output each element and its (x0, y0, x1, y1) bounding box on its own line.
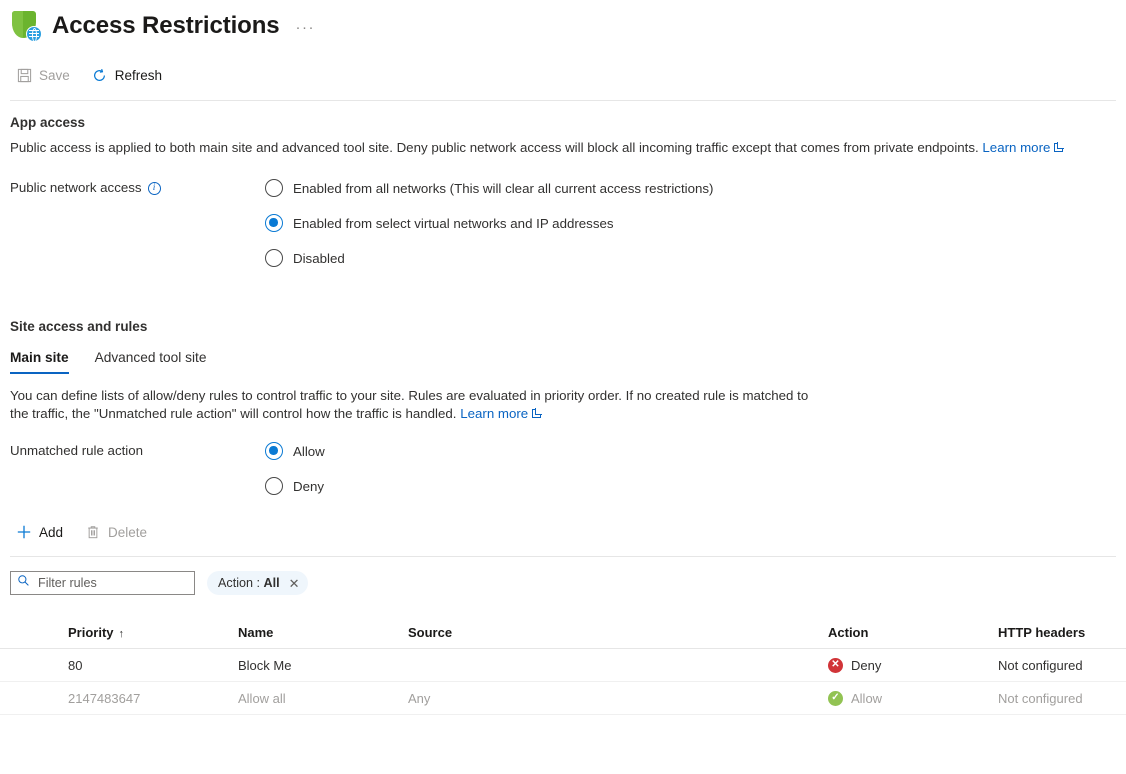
close-icon[interactable]: ✕ (289, 577, 300, 590)
cell-source: Any (408, 690, 431, 706)
info-icon[interactable]: i (147, 182, 161, 195)
cell-http-headers: Not configured (998, 690, 1083, 706)
public-network-access-radio-group: Enabled from all networks (This will cle… (265, 179, 713, 267)
trash-icon (85, 524, 101, 540)
app-access-learn-more-link[interactable]: Learn more (982, 140, 1050, 155)
app-access-learn-more-label: Learn more (982, 140, 1051, 155)
delete-rule-button[interactable]: Delete (83, 518, 157, 546)
radio-indicator (265, 249, 283, 267)
rules-toolbar-divider (10, 556, 1116, 557)
command-bar-divider (10, 100, 1116, 101)
save-button[interactable]: Save (14, 61, 80, 89)
column-header-priority[interactable]: Priority ↑ (68, 625, 238, 640)
save-icon (16, 67, 32, 83)
radio-label: Enabled from select virtual networks and… (293, 215, 614, 231)
radio-disabled[interactable]: Disabled (265, 249, 713, 267)
filter-pill-value: All (263, 576, 280, 590)
sort-ascending-icon: ↑ (118, 628, 125, 640)
save-label: Save (39, 67, 70, 83)
table-header-row: Priority ↑ Name Source Action HTTP header… (0, 617, 1126, 649)
column-header-source[interactable]: Source (408, 625, 828, 640)
radio-enabled-all-networks[interactable]: Enabled from all networks (This will cle… (265, 179, 713, 197)
external-link-icon (532, 408, 543, 418)
refresh-label: Refresh (114, 67, 163, 83)
site-access-learn-more-link[interactable]: Learn more (460, 406, 528, 421)
radio-enabled-select-networks[interactable]: Enabled from select virtual networks and… (265, 214, 713, 232)
search-box[interactable] (10, 571, 195, 595)
tab-advanced-tool-site[interactable]: Advanced tool site (95, 350, 207, 374)
filter-pill-action[interactable]: Action : All ✕ (207, 571, 308, 595)
search-icon (17, 574, 30, 592)
cell-priority: 2147483647 (68, 690, 141, 706)
title-bar: Access Restrictions ··· (0, 0, 1126, 44)
radio-indicator (265, 477, 283, 495)
table-row[interactable]: 80 Block Me ✕ Deny Not configured (0, 649, 1126, 682)
column-header-http-headers[interactable]: HTTP headers (998, 625, 1126, 640)
filter-pill-text: Action : All (218, 576, 280, 590)
site-access-description-text: You can define lists of allow/deny rules… (10, 388, 809, 421)
cell-action: ✕ Deny (828, 657, 998, 673)
app-access-description: Public access is applied to both main si… (0, 139, 1110, 157)
column-header-action[interactable]: Action (828, 625, 998, 640)
add-rule-label: Add (39, 524, 64, 540)
external-link-icon (1054, 142, 1065, 152)
unmatched-rule-action-radio-group: Allow Deny (265, 442, 325, 495)
page-title: Access Restrictions (52, 12, 280, 39)
site-tabs: Main site Advanced tool site (0, 350, 1126, 374)
app-access-heading: App access (10, 115, 86, 130)
site-access-description: You can define lists of allow/deny rules… (0, 387, 830, 423)
table-row[interactable]: 2147483647 Allow all Any ✓ Allow Not con… (0, 682, 1126, 715)
search-input[interactable] (36, 575, 188, 591)
cell-http-headers: Not configured (998, 657, 1083, 673)
cell-action-label: Deny (851, 657, 882, 673)
refresh-button[interactable]: Refresh (90, 61, 172, 89)
radio-label: Disabled (293, 250, 345, 266)
filter-pill-key: Action : (218, 576, 260, 590)
rules-filter-row: Action : All ✕ (0, 571, 1126, 595)
radio-indicator (265, 179, 283, 197)
cell-priority: 80 (68, 657, 83, 673)
column-label: Priority (68, 625, 114, 640)
unmatched-rule-action-label-group: Unmatched rule action (10, 442, 265, 495)
cell-name: Block Me (238, 657, 292, 673)
cell-action-label: Allow (851, 690, 883, 706)
site-access-heading: Site access and rules (10, 319, 148, 334)
plus-icon (16, 524, 32, 540)
unmatched-rule-action-row: Unmatched rule action Allow Deny (0, 442, 1126, 495)
cell-action: ✓ Allow (828, 690, 998, 706)
public-network-access-row: Public network access i Enabled from all… (0, 179, 1126, 267)
public-network-access-label-group: Public network access i (10, 179, 265, 267)
shield-globe-icon (10, 10, 42, 42)
access-restrictions-page: Access Restrictions ··· Save Refresh App… (0, 0, 1126, 774)
command-bar: Save Refresh (0, 58, 1126, 92)
more-menu-button[interactable]: ··· (296, 20, 316, 35)
radio-label: Deny (293, 478, 325, 494)
rules-toolbar: Add Delete (0, 517, 1126, 547)
allow-status-icon: ✓ (828, 690, 843, 706)
radio-indicator (265, 442, 283, 460)
radio-label: Enabled from all networks (This will cle… (293, 180, 714, 196)
radio-unmatched-deny[interactable]: Deny (265, 477, 325, 495)
rules-table: Priority ↑ Name Source Action HTTP header… (0, 617, 1126, 715)
deny-status-icon: ✕ (828, 657, 843, 673)
app-access-description-text: Public access is applied to both main si… (10, 140, 979, 155)
unmatched-rule-action-label: Unmatched rule action (10, 443, 144, 458)
site-access-learn-more-label: Learn more (460, 406, 529, 421)
public-network-access-label: Public network access (10, 180, 142, 195)
radio-indicator (265, 214, 283, 232)
column-header-name[interactable]: Name (238, 625, 408, 640)
radio-unmatched-allow[interactable]: Allow (265, 442, 325, 460)
radio-label: Allow (293, 443, 325, 459)
refresh-icon (92, 67, 108, 83)
cell-name: Allow all (238, 690, 286, 706)
add-rule-button[interactable]: Add (14, 518, 73, 546)
tab-main-site[interactable]: Main site (10, 350, 69, 374)
delete-rule-label: Delete (108, 524, 148, 540)
